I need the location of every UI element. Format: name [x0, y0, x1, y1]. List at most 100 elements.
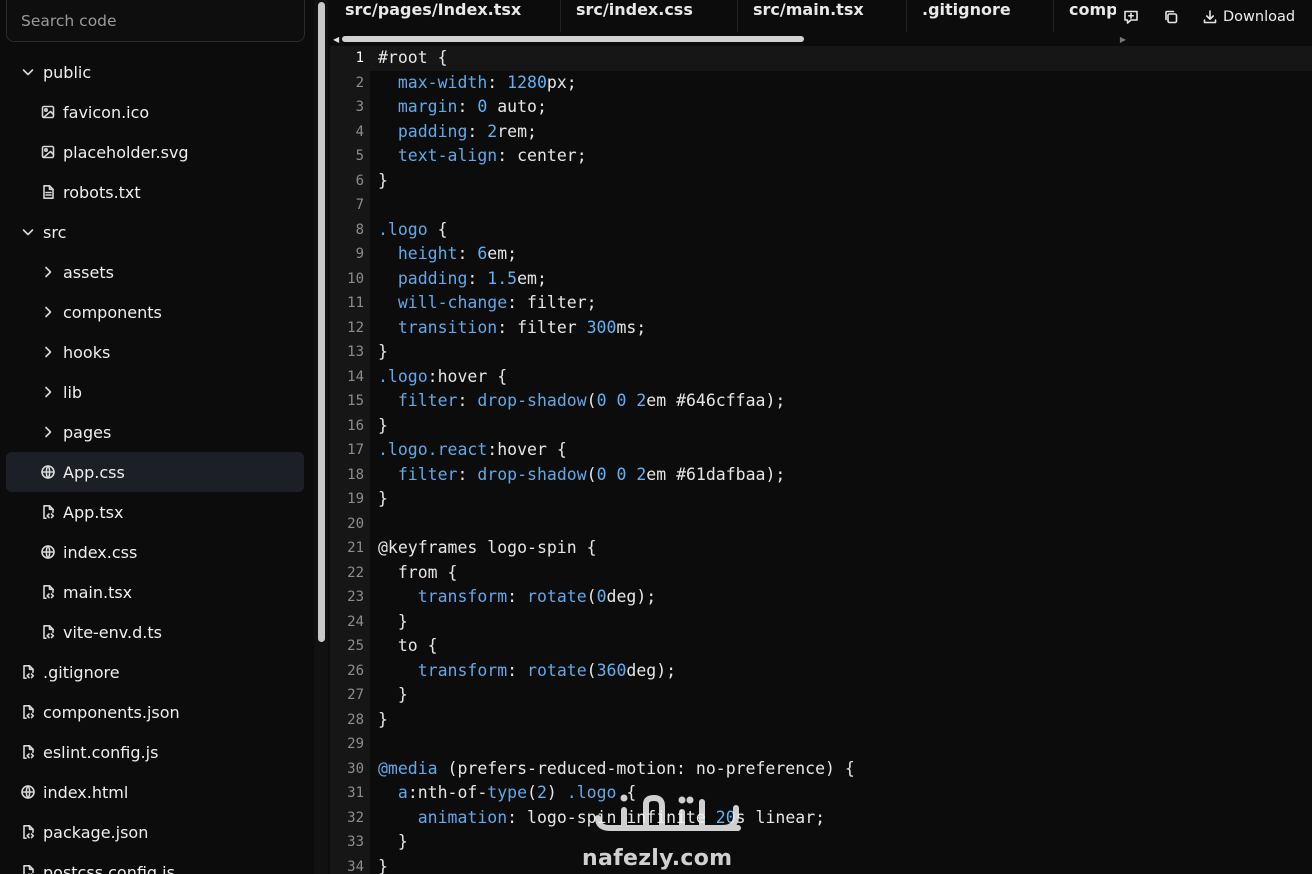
line-number: 17: [347, 442, 364, 458]
code-line[interactable]: 14 .logo:hover {: [330, 365, 1312, 390]
tree-item-label: lib: [63, 382, 83, 402]
scroll-right-arrow-icon[interactable]: ▶: [1120, 35, 1126, 44]
code-line[interactable]: 28}: [330, 708, 1312, 733]
tree-item-src[interactable]: src: [0, 212, 312, 252]
code-file-icon: [39, 583, 57, 601]
tree-item-robots-txt[interactable]: robots.txt: [0, 172, 312, 212]
code-line[interactable]: 7: [330, 193, 1312, 218]
comment-button[interactable]: [1116, 2, 1146, 32]
search-input[interactable]: [21, 12, 290, 30]
tree-item-components[interactable]: components: [0, 292, 312, 332]
globe-icon: [39, 543, 57, 561]
code-line[interactable]: 2 max-width: 1280px;: [330, 71, 1312, 96]
tree-item-placeholder-svg[interactable]: placeholder.svg: [0, 132, 312, 172]
scroll-left-arrow-icon[interactable]: ◀: [333, 35, 339, 44]
code-text: }: [378, 415, 388, 435]
code-line[interactable]: 15 filter: drop-shadow(0 0 2em #646cffaa…: [330, 389, 1312, 414]
code-editor[interactable]: 1 #root {2 max-width: 1280px; 3 margin: 0 …: [330, 46, 1312, 874]
line-number: 9: [355, 246, 364, 262]
code-line[interactable]: 9 height: 6em;: [330, 242, 1312, 267]
tree-item-gitignore[interactable]: .gitignore: [0, 652, 312, 692]
tabs-scrollbar-thumb[interactable]: [342, 36, 804, 42]
code-lines: 1 #root {2 max-width: 1280px; 3 margin: 0 …: [330, 46, 1312, 874]
code-line[interactable]: 21 @keyframes logo-spin {: [330, 536, 1312, 561]
line-number: 8: [355, 221, 364, 238]
tree-item-lib[interactable]: lib: [0, 372, 312, 412]
tab-src-pages-index-tsx[interactable]: src/pages/Index.tsx: [330, 0, 561, 32]
line-number: 4: [355, 123, 364, 140]
code-line[interactable]: 26 transform: rotate(360deg);: [330, 659, 1312, 684]
line-number: 27: [347, 687, 364, 703]
line-number: 11: [347, 295, 364, 311]
tab-components[interactable]: comp: [1054, 0, 1116, 32]
code-line[interactable]: 4 padding: 2rem;: [330, 120, 1312, 145]
tree-item-label: hooks: [63, 342, 111, 362]
tree-item-main-tsx[interactable]: main.tsx: [0, 572, 312, 612]
tree-item-favicon-ico[interactable]: favicon.ico: [0, 92, 312, 132]
code-line[interactable]: 1 #root {: [330, 46, 1312, 71]
search-box[interactable]: [6, 0, 305, 42]
code-line[interactable]: 32 animation: logo-spin infinite 20s lin…: [330, 806, 1312, 831]
tree-item-postcss-config-js[interactable]: postcss.config.js: [0, 852, 312, 874]
code-text: }: [378, 832, 408, 851]
tabs-strip: src/pages/Index.tsx src/index.css src/ma…: [330, 0, 1116, 34]
code-line[interactable]: 13}: [330, 340, 1312, 365]
code-line[interactable]: 18 filter: drop-shadow(0 0 2em #61dafbaa…: [330, 463, 1312, 488]
line-number: 14: [347, 368, 364, 385]
tree-item-assets[interactable]: assets: [0, 252, 312, 292]
tree-item-components-json[interactable]: components.json: [0, 692, 312, 732]
tree-item-app-css[interactable]: App.css: [6, 452, 304, 492]
code-line[interactable]: 6}: [330, 169, 1312, 194]
chevron-right-icon: [39, 263, 57, 281]
code-text: }: [378, 342, 388, 361]
code-line[interactable]: 11 will-change: filter;: [330, 291, 1312, 316]
tree-item-hooks[interactable]: hooks: [0, 332, 312, 372]
code-line[interactable]: 16}: [330, 414, 1312, 439]
code-line[interactable]: 33 }: [330, 830, 1312, 855]
tab-src-index-css[interactable]: src/index.css: [561, 0, 738, 32]
tree-item-eslint-config-js[interactable]: eslint.config.js: [0, 732, 312, 772]
code-line[interactable]: 19}: [330, 487, 1312, 512]
code-text: animation: logo-spin infinite 20s linear…: [417, 807, 826, 827]
tree-item-public[interactable]: public: [0, 52, 312, 92]
code-line[interactable]: 20: [330, 512, 1312, 537]
chevron-down-icon: [19, 63, 37, 81]
code-line[interactable]: 22 from {: [330, 561, 1312, 586]
sidebar-scrollbar-thumb[interactable]: [318, 2, 325, 642]
code-line[interactable]: 34}: [330, 855, 1312, 874]
code-line[interactable]: 24 }: [330, 610, 1312, 635]
tree-item-index-html[interactable]: index.html: [0, 772, 312, 812]
code-file-icon: [39, 623, 57, 641]
code-line[interactable]: 27 }: [330, 683, 1312, 708]
code-line[interactable]: 25 to {: [330, 634, 1312, 659]
tab-gitignore[interactable]: .gitignore: [907, 0, 1054, 32]
tree-item-app-tsx[interactable]: App.tsx: [0, 492, 312, 532]
copy-button[interactable]: [1156, 2, 1186, 32]
code-line[interactable]: 3 margin: 0 auto;: [330, 95, 1312, 120]
tabs-scrollbar[interactable]: ◀ ▶: [330, 34, 1126, 44]
code-text: }: [378, 611, 408, 631]
code-line[interactable]: 5 text-align: center;: [330, 144, 1312, 169]
tab-src-main-tsx[interactable]: src/main.tsx: [738, 0, 907, 32]
code-line[interactable]: 23 transform: rotate(0deg);: [330, 585, 1312, 610]
code-line[interactable]: 31 a:nth-of-type(2) .logo {: [330, 781, 1312, 806]
code-line[interactable]: 10 padding: 1.5em;: [330, 267, 1312, 292]
code-line[interactable]: 29: [330, 732, 1312, 757]
tree-item-index-css[interactable]: index.css: [0, 532, 312, 572]
code-line[interactable]: 17 .logo.react:hover {: [330, 438, 1312, 463]
code-text: padding: 1.5em;: [397, 268, 547, 288]
code-line[interactable]: 30 @media (prefers-reduced-motion: no-pre…: [330, 757, 1312, 782]
tree-item-vite-env-d-ts[interactable]: vite-env.d.ts: [0, 612, 312, 652]
code-text: transform: rotate(0deg);: [417, 587, 657, 606]
code-text: }: [378, 709, 388, 729]
code-line[interactable]: 12 transition: filter 300ms;: [330, 316, 1312, 341]
code-text: .logo.react:hover {: [378, 440, 567, 459]
tab-bar: src/pages/Index.tsx src/index.css src/ma…: [330, 0, 1312, 46]
code-line[interactable]: 8 .logo {: [330, 218, 1312, 243]
tab-label: src/main.tsx: [753, 0, 864, 19]
tree-item-pages[interactable]: pages: [0, 412, 312, 452]
code-text: max-width: 1280px;: [397, 72, 577, 92]
tree-item-package-json[interactable]: package.json: [0, 812, 312, 852]
download-button[interactable]: Download: [1202, 2, 1312, 32]
tree-item-label: public: [43, 62, 92, 82]
